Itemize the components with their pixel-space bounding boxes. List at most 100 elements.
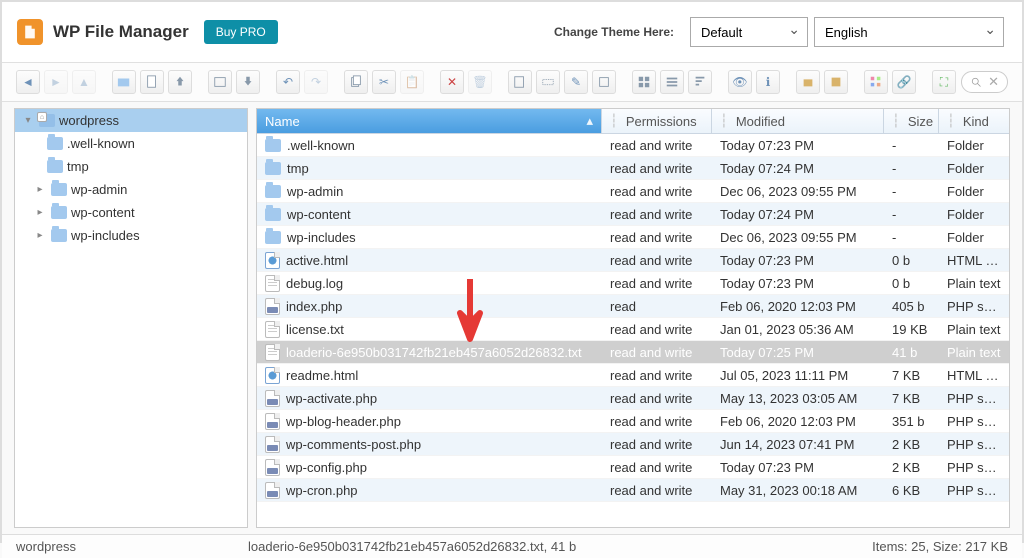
tree-item[interactable]: ▸ wp-includes	[15, 224, 247, 247]
file-row[interactable]: wp-comments-post.phpread and writeJun 14…	[257, 433, 1009, 456]
file-name: wp-blog-header.php	[286, 414, 401, 429]
duplicate-button[interactable]	[508, 70, 532, 94]
tree-item-label: wp-includes	[71, 228, 140, 243]
file-row[interactable]: wp-includesread and writeDec 06, 2023 09…	[257, 226, 1009, 249]
file-modified: Jan 01, 2023 05:36 AM	[712, 319, 884, 340]
tree-root-item[interactable]: ▾ ⌂ wordpress	[15, 109, 247, 132]
info-button[interactable]: ℹ	[756, 70, 780, 94]
extract-button[interactable]	[796, 70, 820, 94]
archive-button[interactable]	[824, 70, 848, 94]
file-modified: Jul 05, 2023 11:11 PM	[712, 365, 884, 386]
file-row[interactable]: readme.htmlread and writeJul 05, 2023 11…	[257, 364, 1009, 387]
file-size: -	[884, 158, 939, 179]
file-permissions: read and write	[602, 365, 712, 386]
edit-button[interactable]: ✎	[564, 70, 588, 94]
redo-button[interactable]: ↷	[304, 70, 328, 94]
file-row[interactable]: loaderio-6e950b031742fb21eb457a6052d2683…	[257, 341, 1009, 364]
folder-icon	[265, 139, 281, 152]
icons-view-button[interactable]	[632, 70, 656, 94]
upload-button[interactable]	[168, 70, 192, 94]
file-row[interactable]: index.phpreadFeb 06, 2020 12:03 PM405 bP…	[257, 295, 1009, 318]
file-modified: Today 07:23 PM	[712, 457, 884, 478]
back-button[interactable]: ◄	[16, 70, 40, 94]
file-row[interactable]: wp-config.phpread and writeToday 07:23 P…	[257, 456, 1009, 479]
paste-button[interactable]: 📋	[400, 70, 424, 94]
column-modified[interactable]: ┆Modified	[712, 109, 884, 133]
tree-item[interactable]: ▸ wp-content	[15, 201, 247, 224]
file-modified: Today 07:23 PM	[712, 273, 884, 294]
column-size[interactable]: ┆Size	[884, 109, 939, 133]
fullscreen-button[interactable]: ⛶	[932, 70, 956, 94]
file-name: .well-known	[287, 138, 355, 153]
copy-button[interactable]	[344, 70, 368, 94]
file-modified: Today 07:24 PM	[712, 158, 884, 179]
file-permissions: read	[602, 296, 712, 317]
open-button[interactable]	[208, 70, 232, 94]
expand-icon[interactable]: ▸	[33, 184, 47, 195]
column-kind[interactable]: ┆Kind	[939, 109, 1009, 133]
file-modified: Dec 06, 2023 09:55 PM	[712, 181, 884, 202]
file-name: index.php	[286, 299, 342, 314]
file-row[interactable]: wp-activate.phpread and writeMay 13, 202…	[257, 387, 1009, 410]
download-button[interactable]	[236, 70, 260, 94]
file-modified: Today 07:25 PM	[712, 342, 884, 363]
new-folder-button[interactable]	[112, 70, 136, 94]
file-row[interactable]: tmpread and writeToday 07:24 PM-Folder	[257, 157, 1009, 180]
folder-icon	[265, 231, 281, 244]
file-row[interactable]: debug.logread and writeToday 07:23 PM0 b…	[257, 272, 1009, 295]
file-list-pane: Name▴ ┆Permissions ┆Modified ┆Size ┆Kind…	[256, 108, 1010, 528]
undo-button[interactable]: ↶	[276, 70, 300, 94]
file-kind: PHP source	[939, 411, 1009, 432]
file-row[interactable]: license.txtread and writeJan 01, 2023 05…	[257, 318, 1009, 341]
tree-item[interactable]: .well-known	[15, 132, 247, 155]
file-name: wp-content	[287, 207, 351, 222]
delete-button[interactable]: ✕	[440, 70, 464, 94]
file-row[interactable]: wp-cron.phpread and writeMay 31, 2023 00…	[257, 479, 1009, 502]
file-modified: Feb 06, 2020 12:03 PM	[712, 296, 884, 317]
file-row[interactable]: wp-adminread and writeDec 06, 2023 09:55…	[257, 180, 1009, 203]
resize-button[interactable]	[592, 70, 616, 94]
tree-item[interactable]: tmp	[15, 155, 247, 178]
list-view-button[interactable]	[660, 70, 684, 94]
file-size: 0 b	[884, 273, 939, 294]
folder-icon	[51, 183, 67, 196]
sort-button[interactable]	[688, 70, 712, 94]
app-title: WP File Manager	[53, 22, 189, 42]
expand-icon[interactable]: ▸	[33, 230, 47, 241]
column-permissions[interactable]: ┆Permissions	[602, 109, 712, 133]
expand-icon[interactable]: ▸	[33, 207, 47, 218]
file-row[interactable]: .well-knownread and writeToday 07:23 PM-…	[257, 134, 1009, 157]
expand-icon[interactable]: ▾	[21, 115, 35, 126]
file-kind: Plain text	[939, 273, 1009, 294]
file-permissions: read and write	[602, 135, 712, 156]
rename-button[interactable]	[536, 70, 560, 94]
file-row[interactable]: active.htmlread and writeToday 07:23 PM0…	[257, 249, 1009, 272]
link-button[interactable]: 🔗	[892, 70, 916, 94]
column-name[interactable]: Name▴	[257, 109, 602, 133]
permissions-button[interactable]	[864, 70, 888, 94]
file-size: 0 b	[884, 250, 939, 271]
app-header: WP File Manager Buy PRO Change Theme Her…	[2, 2, 1022, 63]
cut-button[interactable]: ✂	[372, 70, 396, 94]
theme-select[interactable]: Default	[690, 17, 808, 47]
trash-button[interactable]: 🗑	[468, 70, 492, 94]
file-icon	[265, 482, 280, 499]
language-select[interactable]: English	[814, 17, 1004, 47]
list-header: Name▴ ┆Permissions ┆Modified ┆Size ┆Kind	[257, 109, 1009, 134]
file-row[interactable]: wp-contentread and writeToday 07:24 PM-F…	[257, 203, 1009, 226]
file-modified: Today 07:23 PM	[712, 135, 884, 156]
folder-tree[interactable]: ▾ ⌂ wordpress .well-knowntmp▸wp-admin▸wp…	[14, 108, 248, 528]
close-search-icon[interactable]: ✕	[988, 74, 999, 90]
up-button[interactable]: ▲	[72, 70, 96, 94]
file-list-body[interactable]: .well-knownread and writeToday 07:23 PM-…	[257, 134, 1009, 527]
file-row[interactable]: wp-blog-header.phpread and writeFeb 06, …	[257, 410, 1009, 433]
search-box[interactable]: ✕	[961, 71, 1008, 93]
file-name: debug.log	[286, 276, 343, 291]
buy-pro-button[interactable]: Buy PRO	[204, 20, 278, 44]
file-kind: PHP source	[939, 434, 1009, 455]
tree-item-label: wp-content	[71, 205, 135, 220]
tree-item[interactable]: ▸wp-admin	[15, 178, 247, 201]
forward-button[interactable]: ►	[44, 70, 68, 94]
preview-button[interactable]: 👁	[728, 70, 752, 94]
new-file-button[interactable]	[140, 70, 164, 94]
